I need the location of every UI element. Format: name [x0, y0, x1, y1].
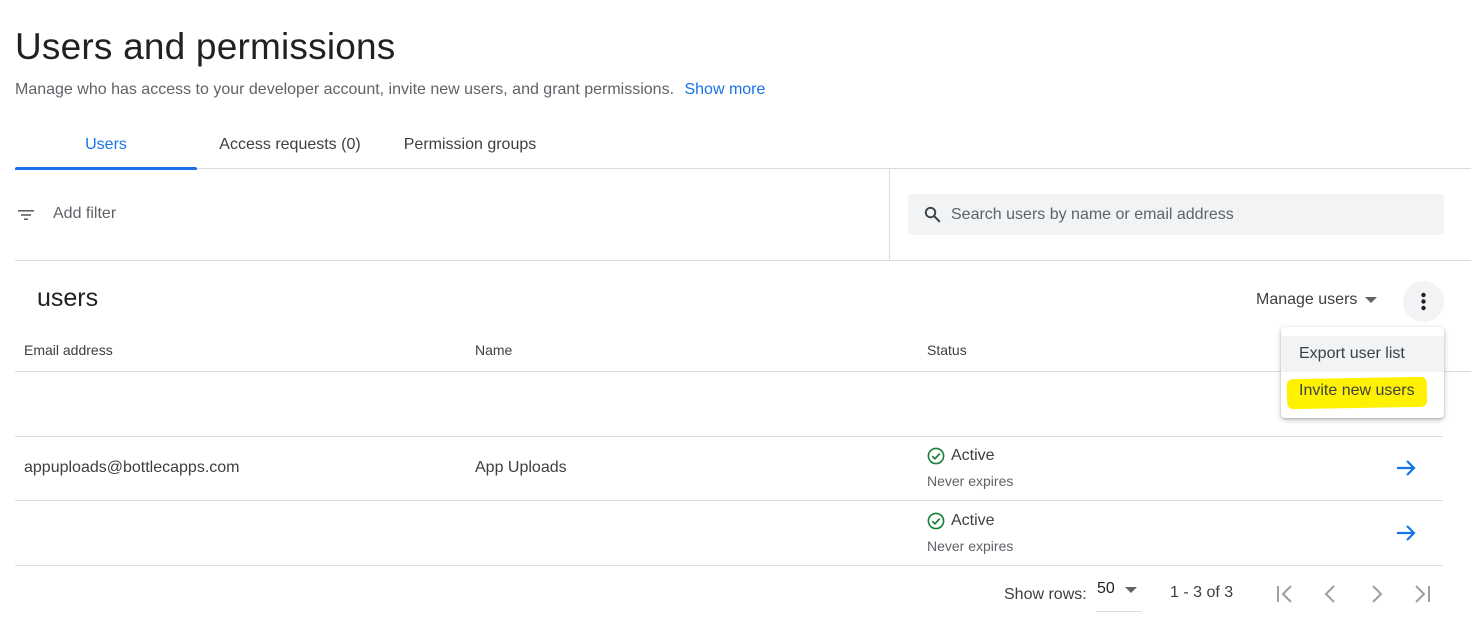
row-name: App Uploads [475, 459, 567, 476]
table-header: Email address Name Status [15, 330, 1471, 372]
check-circle-icon [927, 512, 945, 530]
table-row[interactable]: Active Never expires [15, 501, 1443, 566]
arrow-forward-icon[interactable] [1395, 522, 1417, 544]
column-header-status[interactable]: Status [927, 342, 967, 358]
status-expiry: Never expires [927, 538, 1014, 554]
last-page-icon[interactable] [1410, 582, 1434, 606]
row-status: Active Never expires [927, 512, 1013, 554]
column-header-email[interactable]: Email address [24, 342, 113, 358]
manage-users-label: Manage users [1256, 291, 1358, 308]
table-row[interactable] [15, 372, 1443, 437]
pagination-range: 1 - 3 of 3 [1170, 584, 1234, 601]
table-row[interactable]: appuploads@bottlecapps.com App Uploads A… [15, 437, 1443, 501]
page-title: Users and permissions [15, 26, 396, 67]
more-vert-icon [1421, 292, 1426, 311]
add-filter-button[interactable]: Add filter [53, 205, 116, 223]
status-text: Active [951, 447, 995, 464]
row-email: appuploads@bottlecapps.com [24, 459, 240, 476]
tab-users[interactable]: Users [15, 124, 197, 170]
rows-per-page-value: 50 [1097, 580, 1115, 597]
row-status: Active Never expires [927, 447, 1013, 489]
filter-bar: Add filter [15, 169, 1471, 261]
search-box[interactable] [908, 194, 1444, 235]
menu-item-invite-new-users[interactable]: Invite new users [1281, 373, 1444, 409]
description-text: Manage who has access to your developer … [15, 81, 675, 98]
show-rows-label: Show rows: [1004, 586, 1087, 603]
tab-access-requests[interactable]: Access requests (0) [197, 124, 383, 168]
chevron-down-icon [1124, 587, 1137, 593]
more-options-button[interactable] [1403, 281, 1444, 322]
filter-list-icon[interactable] [17, 206, 35, 224]
status-text: Active [951, 512, 995, 529]
search-icon [924, 206, 941, 223]
check-circle-icon [927, 447, 945, 465]
page-description: Manage who has access to your developer … [15, 81, 765, 99]
arrow-forward-icon[interactable] [1395, 457, 1417, 479]
manage-users-dropdown[interactable]: Manage users [1256, 291, 1378, 309]
rows-per-page-select[interactable]: 50 [1096, 580, 1142, 612]
tab-permission-groups[interactable]: Permission groups [387, 124, 553, 168]
status-expiry: Never expires [927, 473, 1014, 489]
chevron-right-icon[interactable] [1364, 582, 1388, 606]
chevron-down-icon [1365, 297, 1378, 303]
chevron-left-icon[interactable] [1319, 582, 1343, 606]
show-more-link[interactable]: Show more [684, 81, 765, 98]
column-header-name[interactable]: Name [475, 342, 512, 358]
tab-bar: Users Access requests (0) Permission gro… [15, 124, 1471, 170]
first-page-icon[interactable] [1273, 582, 1297, 606]
search-input[interactable] [951, 194, 1431, 235]
filter-divider [889, 169, 890, 261]
menu-item-export-user-list[interactable]: Export user list [1281, 336, 1444, 372]
section-title: users [37, 284, 99, 312]
